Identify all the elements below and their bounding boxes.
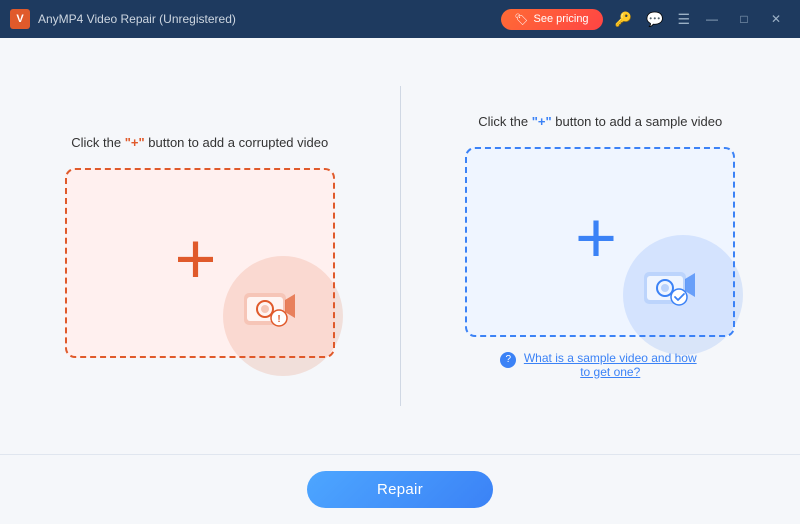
panels-container: Click the "+" button to add a corrupted … — [0, 38, 800, 454]
sample-camera-icon — [643, 263, 701, 307]
pricing-icon: 🏷 — [515, 13, 529, 26]
sample-help-link[interactable]: ? What is a sample video and how to get … — [500, 351, 700, 379]
corrupted-panel: Click the "+" button to add a corrupted … — [0, 105, 400, 388]
corrupted-camera-icon: ! — [243, 284, 301, 328]
main-content: Click the "+" button to add a corrupted … — [0, 38, 800, 454]
minimize-button[interactable]: — — [698, 8, 726, 30]
corrupted-plus-icon: + — [175, 223, 217, 295]
pricing-label: See pricing — [534, 13, 589, 25]
repair-button[interactable]: Repair — [307, 471, 493, 508]
sample-panel: Click the "+" button to add a sample vid… — [401, 84, 800, 409]
see-pricing-button[interactable]: 🏷 See pricing — [501, 9, 603, 30]
help-icon: ? — [500, 352, 516, 368]
menu-icon[interactable]: ☰ — [677, 11, 690, 28]
titlebar-icons: 🔑 💬 ☰ — [615, 11, 690, 28]
titlebar: V AnyMP4 Video Repair (Unregistered) 🏷 S… — [0, 0, 800, 38]
window-controls: — □ ✕ — [698, 8, 790, 30]
help-link-text: What is a sample video and how to get on… — [520, 351, 700, 379]
sample-plus-symbol: "+" — [532, 114, 552, 129]
sample-plus-icon: + — [575, 202, 617, 274]
maximize-button[interactable]: □ — [730, 8, 758, 30]
bottom-bar: Repair — [0, 454, 800, 524]
sample-instruction: Click the "+" button to add a sample vid… — [478, 114, 722, 129]
corrupted-plus-symbol: "+" — [125, 135, 145, 150]
svg-text:!: ! — [277, 314, 280, 325]
chat-icon[interactable]: 💬 — [646, 11, 663, 28]
app-window: V AnyMP4 Video Repair (Unregistered) 🏷 S… — [0, 0, 800, 524]
close-button[interactable]: ✕ — [762, 8, 790, 30]
sample-dropzone[interactable]: + — [465, 147, 735, 337]
app-logo: V — [10, 9, 30, 29]
app-title: AnyMP4 Video Repair (Unregistered) — [38, 12, 501, 26]
corrupted-instruction: Click the "+" button to add a corrupted … — [71, 135, 328, 150]
corrupted-dropzone[interactable]: + ! — [65, 168, 335, 358]
key-icon[interactable]: 🔑 — [615, 11, 632, 28]
